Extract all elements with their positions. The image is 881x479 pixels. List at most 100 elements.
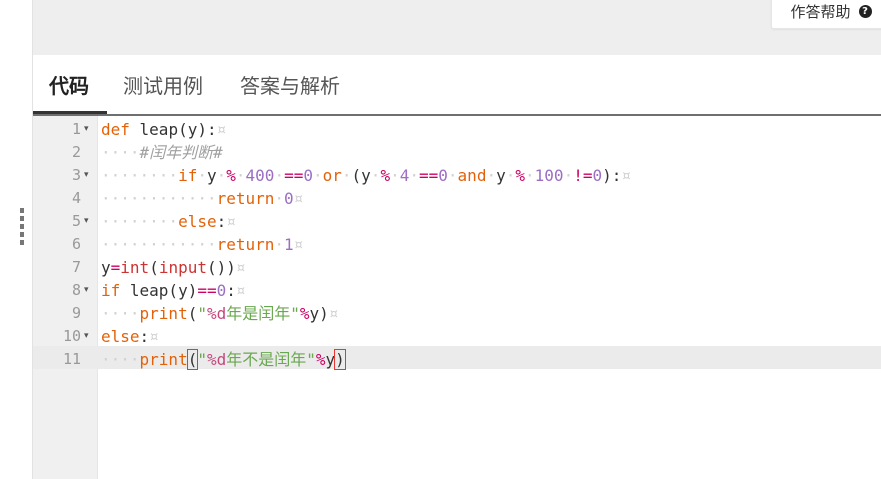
code-token: · xyxy=(409,166,419,185)
code-token: 100 xyxy=(534,166,564,185)
line-number: 2 xyxy=(71,143,81,161)
code-token: ¤ xyxy=(226,212,236,231)
code-token: int xyxy=(120,258,150,277)
fold-arrow-icon[interactable]: ▾ xyxy=(84,164,94,187)
code-token: else xyxy=(101,327,140,346)
code-token: ¤ xyxy=(235,258,246,277)
fold-arrow-icon[interactable]: ▾ xyxy=(84,325,94,348)
code-token: · xyxy=(486,166,497,185)
code-text: else:¤ xyxy=(101,325,159,348)
code-token: input xyxy=(158,258,207,277)
line-number: 6 xyxy=(71,235,81,253)
code-token: y xyxy=(206,166,217,185)
code-token: : xyxy=(226,281,236,300)
code-token: %d xyxy=(206,350,227,369)
code-token: 0 xyxy=(216,281,227,300)
code-token: = xyxy=(110,258,121,277)
code-token: %d xyxy=(206,304,227,323)
code-token: == xyxy=(284,166,304,185)
code-line[interactable]: 1 ▾ def leap(y):¤ xyxy=(33,118,881,141)
code-token: else xyxy=(178,212,217,231)
code-token: · xyxy=(216,166,227,185)
tab-test-cases[interactable]: 测试用例 xyxy=(123,55,203,113)
code-token: 4 xyxy=(399,166,410,185)
code-text: if leap(y)==0:¤ xyxy=(101,279,246,302)
tab-answer-analysis-label: 答案与解析 xyxy=(240,73,340,98)
code-token: if xyxy=(101,281,121,300)
code-token: ( xyxy=(149,258,159,277)
code-token: · xyxy=(312,166,323,185)
code-token: leap(y): xyxy=(129,120,217,139)
line-number: 11 xyxy=(62,350,81,368)
code-token: (y xyxy=(351,166,371,185)
code-line[interactable]: 11 ····print("%d年不是闰年"%y) xyxy=(33,348,881,371)
code-text: ········if·y·%·400·==0·or·(y·%·4·==0·and… xyxy=(101,164,631,187)
tab-answer-analysis[interactable]: 答案与解析 xyxy=(240,55,340,113)
code-line[interactable]: 9 ····print("%d年是闰年"%y)¤ xyxy=(33,302,881,325)
help-button[interactable]: 作答帮助 ? xyxy=(771,0,881,29)
code-token: ¤ xyxy=(235,281,246,300)
code-token: ¤ xyxy=(293,189,304,208)
code-token: y) xyxy=(309,304,329,323)
code-text: ········else:¤ xyxy=(101,210,236,233)
tab-bar: 代码 测试用例 答案与解析 xyxy=(33,55,881,115)
code-token: return xyxy=(216,235,275,254)
code-line[interactable]: 2 ····#闰年判断# xyxy=(33,141,881,164)
code-token: 400 xyxy=(245,166,275,185)
code-token: · xyxy=(447,166,458,185)
code-token: or xyxy=(322,166,342,185)
code-token: ) xyxy=(334,349,346,370)
code-line[interactable]: 7 y=int(input())¤ xyxy=(33,256,881,279)
code-text: ············return·0¤ xyxy=(101,187,303,210)
code-line[interactable]: 3 ▾ ········if·y·%·400·==0·or·(y·%·4·==0·a… xyxy=(33,164,881,187)
code-token: ········ xyxy=(101,212,179,231)
code-line[interactable]: 6 ············return·1¤ xyxy=(33,233,881,256)
code-token: print xyxy=(139,304,188,323)
code-text: ····print("%d年不是闰年"%y) xyxy=(101,348,346,371)
code-token: 年不是闰年" xyxy=(226,350,316,369)
code-line[interactable]: 10 ▾ else:¤ xyxy=(33,325,881,348)
code-token: y xyxy=(496,166,506,185)
code-token: % xyxy=(380,166,391,185)
code-token: " xyxy=(197,304,207,323)
code-token: ············ xyxy=(101,235,217,254)
code-token: ¤ xyxy=(621,166,632,185)
code-token: != xyxy=(573,166,593,185)
code-token: ( xyxy=(187,304,198,323)
code-token: ············ xyxy=(101,189,217,208)
code-token: % xyxy=(315,350,326,369)
code-token: return xyxy=(216,189,275,208)
code-editor[interactable]: 1 ▾ def leap(y):¤ 2 ····#闰年判断# 3 ▾ ········if·y… xyxy=(33,116,881,479)
code-text: def leap(y):¤ xyxy=(101,118,226,141)
code-token: : xyxy=(139,327,150,346)
code-token: · xyxy=(274,189,285,208)
code-line[interactable]: 5 ▾ ········else:¤ xyxy=(33,210,881,233)
code-token: " xyxy=(197,350,207,369)
tab-code[interactable]: 代码 xyxy=(49,55,89,113)
fold-arrow-icon[interactable]: ▾ xyxy=(84,118,94,141)
code-text: y=int(input())¤ xyxy=(101,256,246,279)
code-token: · xyxy=(390,166,400,185)
question-circle-icon: ? xyxy=(858,5,872,18)
code-token: ¤ xyxy=(216,120,227,139)
code-token: · xyxy=(370,166,381,185)
fold-arrow-icon[interactable]: ▾ xyxy=(84,210,94,233)
resize-handle[interactable] xyxy=(20,208,28,248)
code-line[interactable]: 4 ············return·0¤ xyxy=(33,187,881,210)
top-toolbar: 作答帮助 ? xyxy=(33,0,881,55)
line-number: 3 xyxy=(71,166,81,184)
code-token: # xyxy=(213,143,223,162)
fold-arrow-icon[interactable]: ▾ xyxy=(84,279,94,302)
code-token: · xyxy=(197,166,207,185)
code-token: print xyxy=(139,350,188,369)
code-line[interactable]: 8 ▾ if leap(y)==0:¤ xyxy=(33,279,881,302)
line-number: 7 xyxy=(71,258,81,276)
code-text: ····print("%d年是闰年"%y)¤ xyxy=(101,302,338,325)
code-token: 0 xyxy=(592,166,603,185)
line-number: 1 xyxy=(71,120,81,138)
help-button-label: 作答帮助 xyxy=(790,3,851,21)
code-token: leap(y) xyxy=(120,281,198,300)
code-token: ···· xyxy=(101,350,140,369)
code-token: % xyxy=(515,166,526,185)
code-token: 年是闰年" xyxy=(226,304,300,323)
